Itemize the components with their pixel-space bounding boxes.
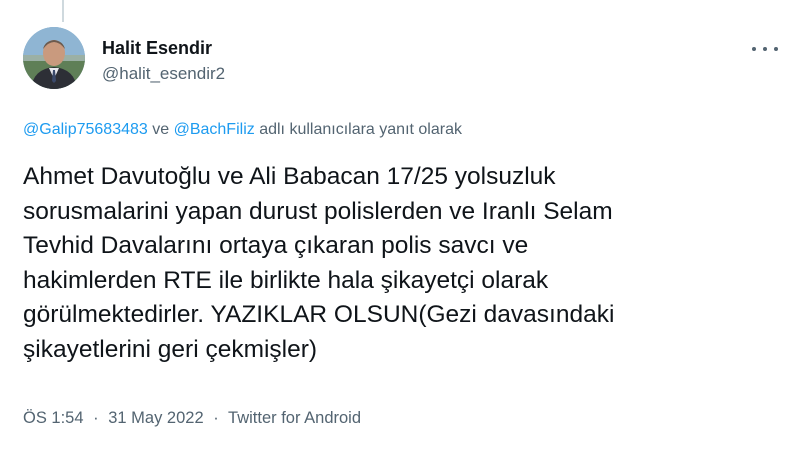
author-names: Halit Esendir @halit_esendir2 — [102, 37, 225, 85]
tweet-text-line: Tevhid Davalarını ortaya çıkaran polis s… — [23, 232, 529, 259]
tweet-text-line: hakimlerden RTE ile birlikte hala şikaye… — [23, 266, 549, 294]
reply-mention-link[interactable]: @BachFiliz — [174, 121, 255, 138]
more-dot — [752, 47, 756, 51]
reply-mention-link[interactable]: @Galip75683483 — [23, 121, 148, 138]
more-dot — [763, 47, 767, 51]
author-display-name[interactable]: Halit Esendir — [102, 37, 225, 59]
reply-suffix: adlı kullanıcılara yanıt olarak — [259, 121, 462, 138]
author-handle[interactable]: @halit_esendir2 — [102, 63, 225, 85]
tweet-source[interactable]: Twitter for Android — [228, 409, 361, 427]
more-options-icon[interactable] — [752, 39, 778, 59]
avatar-image — [23, 27, 85, 89]
tweet-meta: ÖS 1:54 · 31 May 2022 · Twitter for Andr… — [23, 407, 361, 429]
meta-separator: · — [93, 409, 99, 427]
meta-separator: · — [213, 409, 219, 427]
thread-connector-line — [62, 0, 64, 22]
tweet-card: Halit Esendir @halit_esendir2 @Galip7568… — [0, 0, 800, 450]
tweet-text-line: şikayetlerini geri çekmişler) — [23, 335, 318, 363]
tweet-text: Ahmet Davutoğlu ve Ali Babacan 17/25 yol… — [23, 160, 793, 367]
more-dot — [774, 47, 778, 51]
tweet-text-line: görülmektedirler. YAZIKLAR OLSUN(Gezi da… — [23, 301, 615, 328]
avatar[interactable] — [23, 27, 85, 89]
tweet-text-line: sorusmalarini yapan durust polislerden v… — [23, 197, 613, 225]
tweet-date[interactable]: 31 May 2022 — [108, 409, 203, 427]
tweet-time[interactable]: ÖS 1:54 — [23, 409, 84, 427]
reply-joiner: ve — [152, 121, 170, 138]
tweet-header: Halit Esendir @halit_esendir2 — [23, 27, 780, 93]
tweet-text-line: Ahmet Davutoğlu ve Ali Babacan 17/25 yol… — [23, 163, 556, 190]
reply-context: @Galip75683483 ve @BachFiliz adlı kullan… — [23, 119, 462, 141]
